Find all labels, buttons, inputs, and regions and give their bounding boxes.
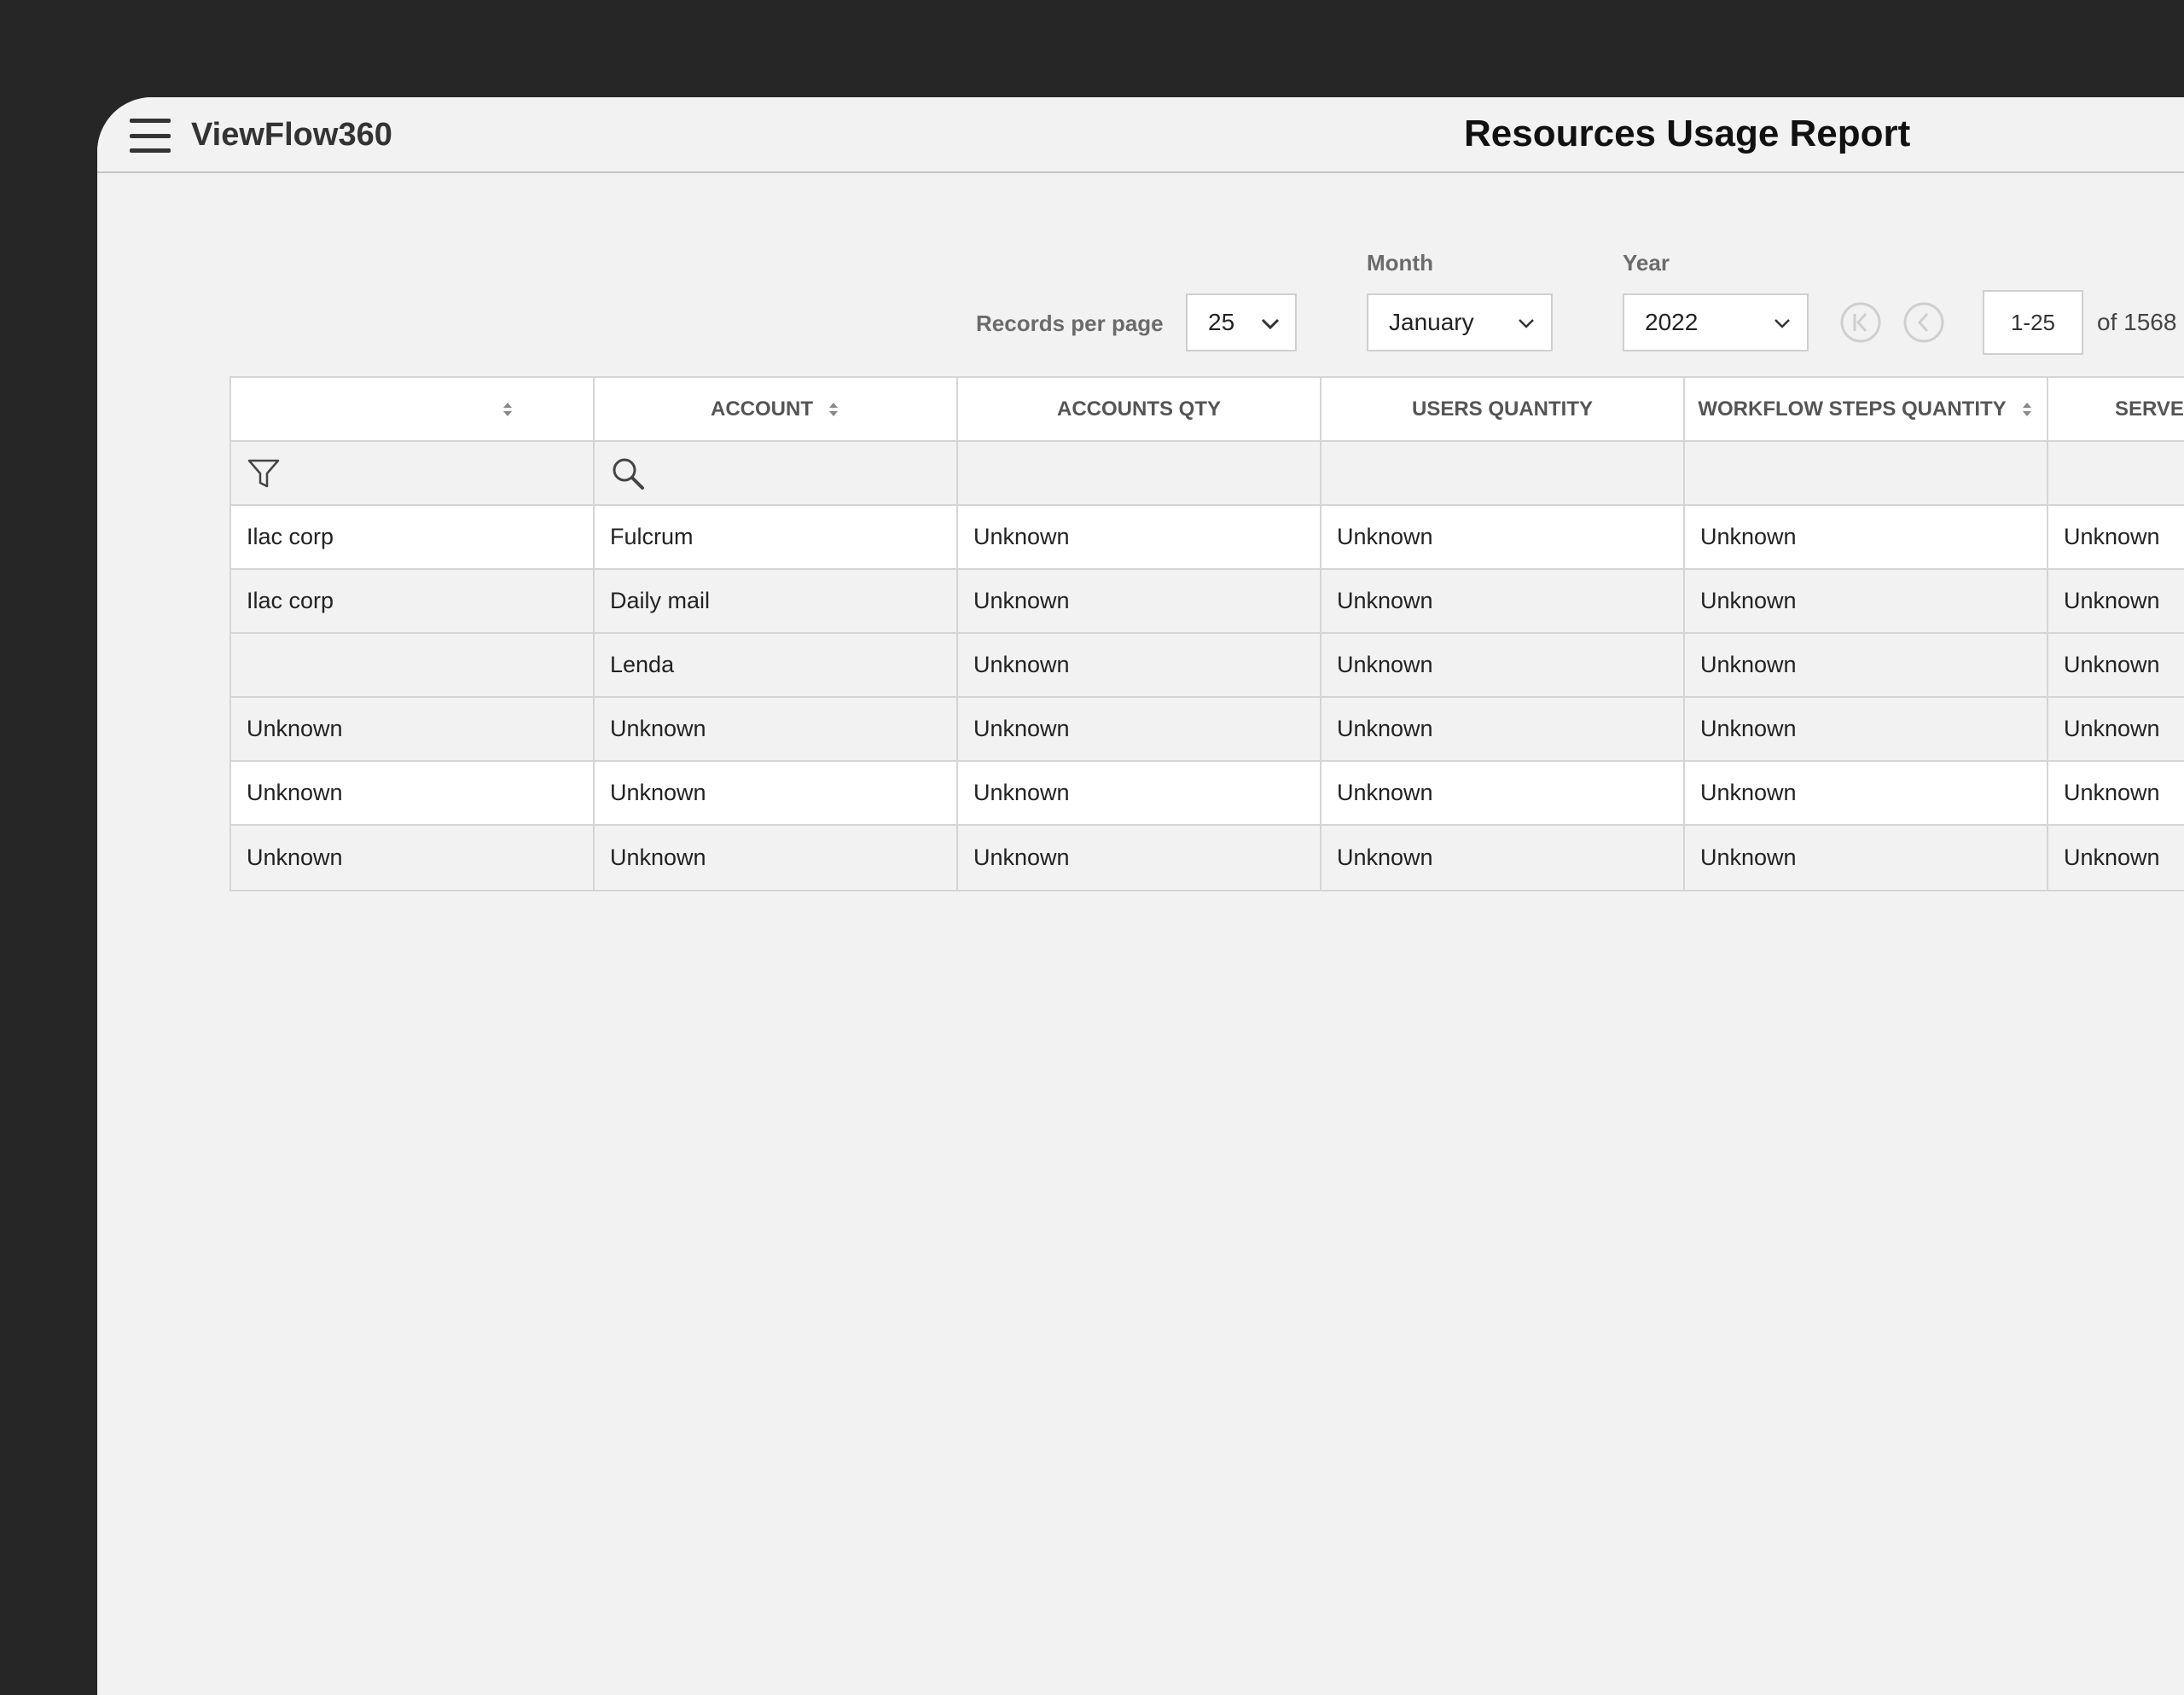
- table-row[interactable]: Lenda Unknown Unknown Unknown Unknown: [231, 634, 2184, 698]
- table-cell: Unknown: [595, 698, 958, 760]
- table-cell: Unknown: [1685, 826, 2048, 890]
- chevron-down-icon: [1261, 318, 1280, 330]
- table-cell: Unknown: [2048, 698, 2184, 760]
- month-label: Month: [1367, 250, 1433, 276]
- table-cell: Unknown: [595, 762, 958, 824]
- table-cell: Unknown: [958, 634, 1321, 696]
- year-select[interactable]: 2022: [1623, 293, 1809, 351]
- total-records-text: of 1568: [2097, 309, 2177, 335]
- table-cell: Unknown: [1321, 634, 1685, 696]
- column-header-serve: SERVE: [2048, 378, 2184, 440]
- table-row[interactable]: Ilac corp Daily mail Unknown Unknown Unk…: [231, 570, 2184, 634]
- table-cell: Unknown: [958, 698, 1321, 760]
- sort-icon[interactable]: [827, 400, 840, 419]
- app-name: ViewFlow360: [191, 117, 392, 153]
- chevron-down-icon: [1774, 319, 1790, 328]
- column-header-account[interactable]: ACCOUNT: [595, 378, 958, 440]
- table-cell: Unknown: [1321, 826, 1685, 890]
- column-header-accounts-qty: ACCOUNTS QTY: [958, 378, 1321, 440]
- table-cell: Unknown: [231, 826, 595, 890]
- table-cell: Unknown: [2048, 634, 2184, 696]
- year-label: Year: [1623, 250, 1670, 276]
- table-cell: Unknown: [231, 698, 595, 760]
- app-window: ViewFlow360 Resources Usage Report Recor…: [97, 97, 2184, 1695]
- sort-icon[interactable]: [2020, 400, 2034, 419]
- usage-table: ACCOUNT ACCOUNTS QTY USERS QUANTITY WORK…: [229, 376, 2184, 891]
- table-cell: Ilac corp: [231, 570, 595, 632]
- first-page-icon[interactable]: [1839, 301, 1882, 344]
- page-range-input[interactable]: 1-25: [1983, 290, 2083, 355]
- filter-cell-empty: [1321, 442, 1685, 504]
- table-cell: Unknown: [2048, 762, 2184, 824]
- table-cell: Unknown: [958, 570, 1321, 632]
- filter-icon[interactable]: [247, 456, 281, 491]
- records-per-page-label: Records per page: [976, 311, 1164, 336]
- table-cell: Unknown: [2048, 826, 2184, 890]
- table-row[interactable]: Unknown Unknown Unknown Unknown Unknown …: [231, 698, 2184, 762]
- table-cell: Unknown: [2048, 506, 2184, 568]
- table-row[interactable]: Unknown Unknown Unknown Unknown Unknown …: [231, 826, 2184, 890]
- page-title: Resources Usage Report: [1464, 113, 1911, 154]
- table-cell: Unknown: [1685, 634, 2048, 696]
- hamburger-menu-icon[interactable]: [130, 119, 171, 153]
- filter-cell-empty: [2048, 442, 2184, 504]
- records-per-page-select[interactable]: 25: [1186, 293, 1297, 351]
- table-cell: Unknown: [231, 762, 595, 824]
- table-cell: Unknown: [1321, 570, 1685, 632]
- table-cell: Lenda: [595, 634, 958, 696]
- table-cell: Unknown: [958, 826, 1321, 890]
- column-header-users-quantity: USERS QUANTITY: [1321, 378, 1685, 440]
- table-cell: [231, 634, 595, 696]
- sort-icon[interactable]: [501, 400, 514, 419]
- filter-cell-empty: [958, 442, 1321, 504]
- year-value: 2022: [1645, 309, 1699, 335]
- table-cell: Unknown: [1321, 698, 1685, 760]
- table-cell: Unknown: [595, 826, 958, 890]
- table-cell: Unknown: [1685, 570, 2048, 632]
- table-cell: Unknown: [1321, 762, 1685, 824]
- filter-cell-empty: [1685, 442, 2048, 504]
- table-filter-row: [231, 442, 2184, 506]
- month-select[interactable]: January: [1367, 293, 1553, 351]
- table-row[interactable]: Unknown Unknown Unknown Unknown Unknown …: [231, 762, 2184, 826]
- table-cell: Unknown: [1685, 762, 2048, 824]
- table-cell: Unknown: [958, 762, 1321, 824]
- previous-page-icon[interactable]: [1902, 301, 1945, 344]
- records-per-page-value: 25: [1208, 309, 1235, 335]
- month-value: January: [1389, 309, 1474, 335]
- search-icon[interactable]: [610, 456, 646, 491]
- table-cell: Unknown: [1685, 506, 2048, 568]
- table-cell: Unknown: [1321, 506, 1685, 568]
- table-cell: Unknown: [2048, 570, 2184, 632]
- filter-cell[interactable]: [231, 442, 595, 504]
- chevron-down-icon: [1519, 319, 1534, 328]
- column-header-unnamed[interactable]: [231, 378, 595, 440]
- table-row[interactable]: Ilac corp Fulcrum Unknown Unknown Unknow…: [231, 506, 2184, 570]
- table-cell: Unknown: [958, 506, 1321, 568]
- top-bar: ViewFlow360 Resources Usage Report: [97, 97, 2184, 173]
- table-header-row: ACCOUNT ACCOUNTS QTY USERS QUANTITY WORK…: [231, 378, 2184, 442]
- table-cell: Unknown: [1685, 698, 2048, 760]
- table-cell: Ilac corp: [231, 506, 595, 568]
- table-cell: Fulcrum: [595, 506, 958, 568]
- column-header-workflow-steps-quantity[interactable]: WORKFLOW STEPS QUANTITY: [1685, 378, 2048, 440]
- account-search-cell[interactable]: [595, 442, 958, 504]
- table-cell: Daily mail: [595, 570, 958, 632]
